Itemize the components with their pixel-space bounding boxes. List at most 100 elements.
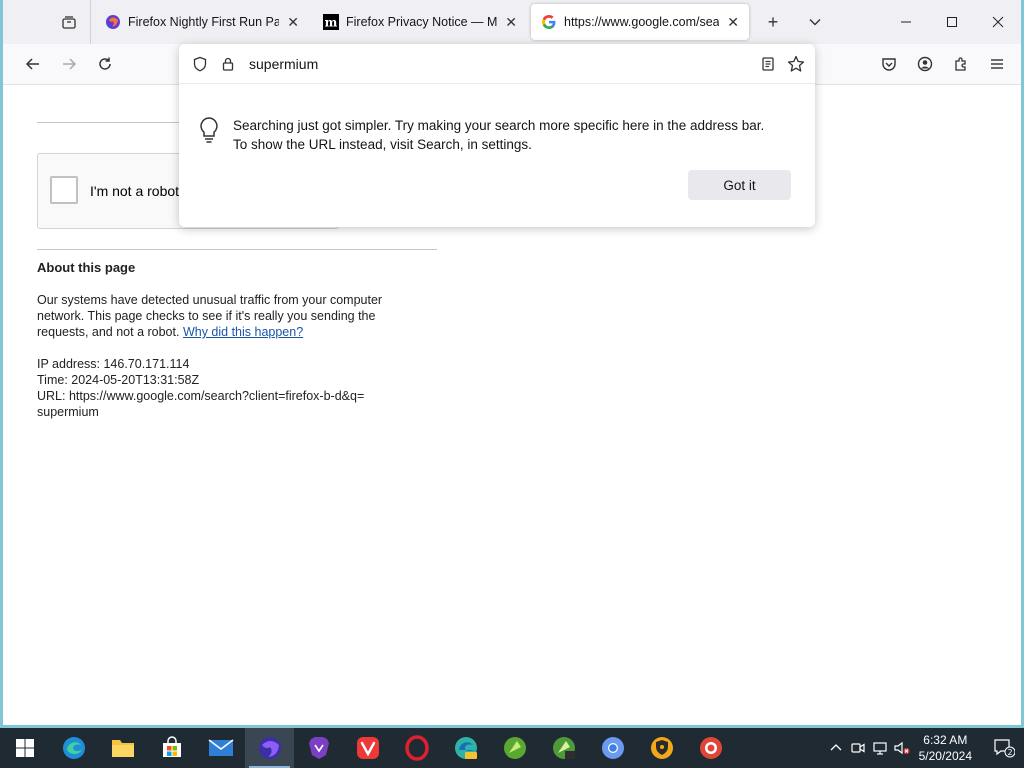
divider [37, 249, 437, 250]
reload-icon [99, 57, 111, 70]
action-center-button[interactable]: 2 [984, 738, 1024, 758]
firefox-nightly-icon [258, 737, 281, 759]
reload-button[interactable] [87, 48, 123, 80]
search-tip-line2: To show the URL instead, visit Search, i… [233, 137, 532, 152]
search-tip: Searching just got simpler. Try making y… [179, 84, 815, 154]
mail-icon [208, 739, 233, 756]
notification-count: 2 [1007, 748, 1012, 757]
hamburger-menu-icon [991, 59, 1003, 69]
google-g-icon [541, 14, 557, 30]
forward-button[interactable] [51, 48, 87, 80]
close-tab-icon[interactable]: ✕ [279, 14, 299, 31]
firefox-view-icon [61, 16, 76, 29]
tab-title: Firefox Nightly First Run Page [128, 15, 280, 29]
network-icon[interactable] [869, 741, 891, 755]
search-tip-line1: Searching just got simpler. Try making y… [233, 118, 765, 133]
brave-icon [308, 737, 329, 759]
firefox-view-button[interactable] [47, 0, 91, 44]
edge-icon [62, 737, 85, 759]
taskbar-browser-green-2[interactable] [539, 728, 588, 768]
lock-icon[interactable] [217, 53, 239, 75]
close-icon [992, 16, 1004, 28]
recaptcha-checkbox[interactable] [50, 176, 78, 204]
plus-icon: + [767, 11, 779, 32]
taskbar-browser-green[interactable] [490, 728, 539, 768]
edge-canary-icon [454, 737, 477, 759]
request-info: IP address: 146.70.171.114 Time: 2024-05… [37, 356, 367, 420]
tab-title: https://www.google.com/searc [564, 15, 720, 29]
bookmark-star-icon[interactable] [785, 53, 807, 75]
tab-firefox-nightly[interactable]: Firefox Nightly First Run Page ✕ [95, 4, 309, 40]
browser-red-icon [699, 737, 722, 759]
close-tab-icon[interactable]: ✕ [719, 14, 739, 31]
chromium-icon [601, 737, 624, 759]
address-bar-popup: supermium Searching just got simpler. Tr… [179, 44, 815, 227]
system-tray: 6:32 AM 5/20/2024 2 [825, 732, 1024, 764]
list-all-tabs-button[interactable] [797, 4, 833, 40]
chevron-down-icon [809, 19, 821, 26]
browser-green-icon [503, 737, 526, 759]
why-did-this-happen-link[interactable]: Why did this happen? [183, 325, 303, 339]
maximize-button[interactable] [929, 0, 975, 44]
url-line: URL: https://www.google.com/search?clien… [37, 389, 365, 419]
svg-text:m: m [325, 16, 338, 30]
clock-time: 6:32 AM [923, 733, 968, 747]
browser-window: Firefox Nightly First Run Page ✕ m Firef… [0, 0, 1024, 728]
opera-icon [404, 735, 429, 761]
taskbar-file-explorer[interactable] [98, 728, 147, 768]
app-menu-button[interactable] [979, 48, 1015, 80]
about-heading: About this page [37, 260, 136, 275]
browser-green-2-icon [552, 737, 575, 759]
chevron-up-icon[interactable] [825, 742, 847, 754]
close-window-button[interactable] [975, 0, 1021, 44]
account-icon [917, 56, 933, 72]
taskbar-edge-canary[interactable] [441, 728, 490, 768]
taskbar-firefox-nightly[interactable] [245, 728, 294, 768]
taskbar-vivaldi[interactable] [343, 728, 392, 768]
new-tab-button[interactable]: + [755, 4, 791, 40]
taskbar-browser-shield[interactable] [637, 728, 686, 768]
file-explorer-icon [111, 740, 134, 757]
address-bar[interactable]: supermium [179, 44, 815, 84]
maximize-icon [947, 17, 957, 27]
tracking-protection-shield-icon[interactable] [189, 53, 211, 75]
reader-view-icon[interactable] [757, 53, 779, 75]
taskbar-store[interactable] [147, 728, 196, 768]
taskbar: 6:32 AM 5/20/2024 2 [0, 728, 1024, 768]
got-it-button[interactable]: Got it [688, 170, 791, 200]
ip-address-line: IP address: 146.70.171.114 [37, 357, 190, 371]
taskbar-edge[interactable] [49, 728, 98, 768]
start-button[interactable] [0, 728, 49, 768]
tab-google-search[interactable]: https://www.google.com/searc ✕ [531, 4, 749, 40]
address-input[interactable]: supermium [249, 56, 318, 72]
toolbar-right [871, 48, 1015, 80]
vivaldi-icon [356, 737, 379, 759]
taskbar-chromium[interactable] [588, 728, 637, 768]
back-button[interactable] [15, 48, 51, 80]
mozilla-m-icon: m [323, 14, 339, 30]
taskbar-mail[interactable] [196, 728, 245, 768]
minimize-icon [901, 21, 911, 23]
account-button[interactable] [907, 48, 943, 80]
arrow-right-icon [63, 58, 77, 70]
pocket-button[interactable] [871, 48, 907, 80]
store-icon [162, 736, 181, 757]
tab-strip: Firefox Nightly First Run Page ✕ m Firef… [3, 0, 1021, 44]
browser-shield-icon [650, 737, 673, 759]
clock[interactable]: 6:32 AM 5/20/2024 [919, 732, 972, 764]
time-line: Time: 2024-05-20T13:31:58Z [37, 373, 200, 387]
extensions-button[interactable] [943, 48, 979, 80]
volume-muted-icon[interactable] [891, 741, 913, 755]
minimize-button[interactable] [883, 0, 929, 44]
meet-now-icon[interactable] [847, 741, 869, 755]
recaptcha-label: I'm not a robot [90, 183, 180, 199]
taskbar-browser-red[interactable] [686, 728, 735, 768]
window-controls [883, 0, 1021, 44]
search-tip-text: Searching just got simpler. Try making y… [233, 116, 764, 154]
taskbar-opera[interactable] [392, 728, 441, 768]
taskbar-brave[interactable] [294, 728, 343, 768]
address-bar-actions [751, 53, 807, 75]
puzzle-icon [955, 57, 966, 71]
close-tab-icon[interactable]: ✕ [497, 14, 517, 31]
tab-privacy-notice[interactable]: m Firefox Privacy Notice — Mozill ✕ [313, 4, 527, 40]
